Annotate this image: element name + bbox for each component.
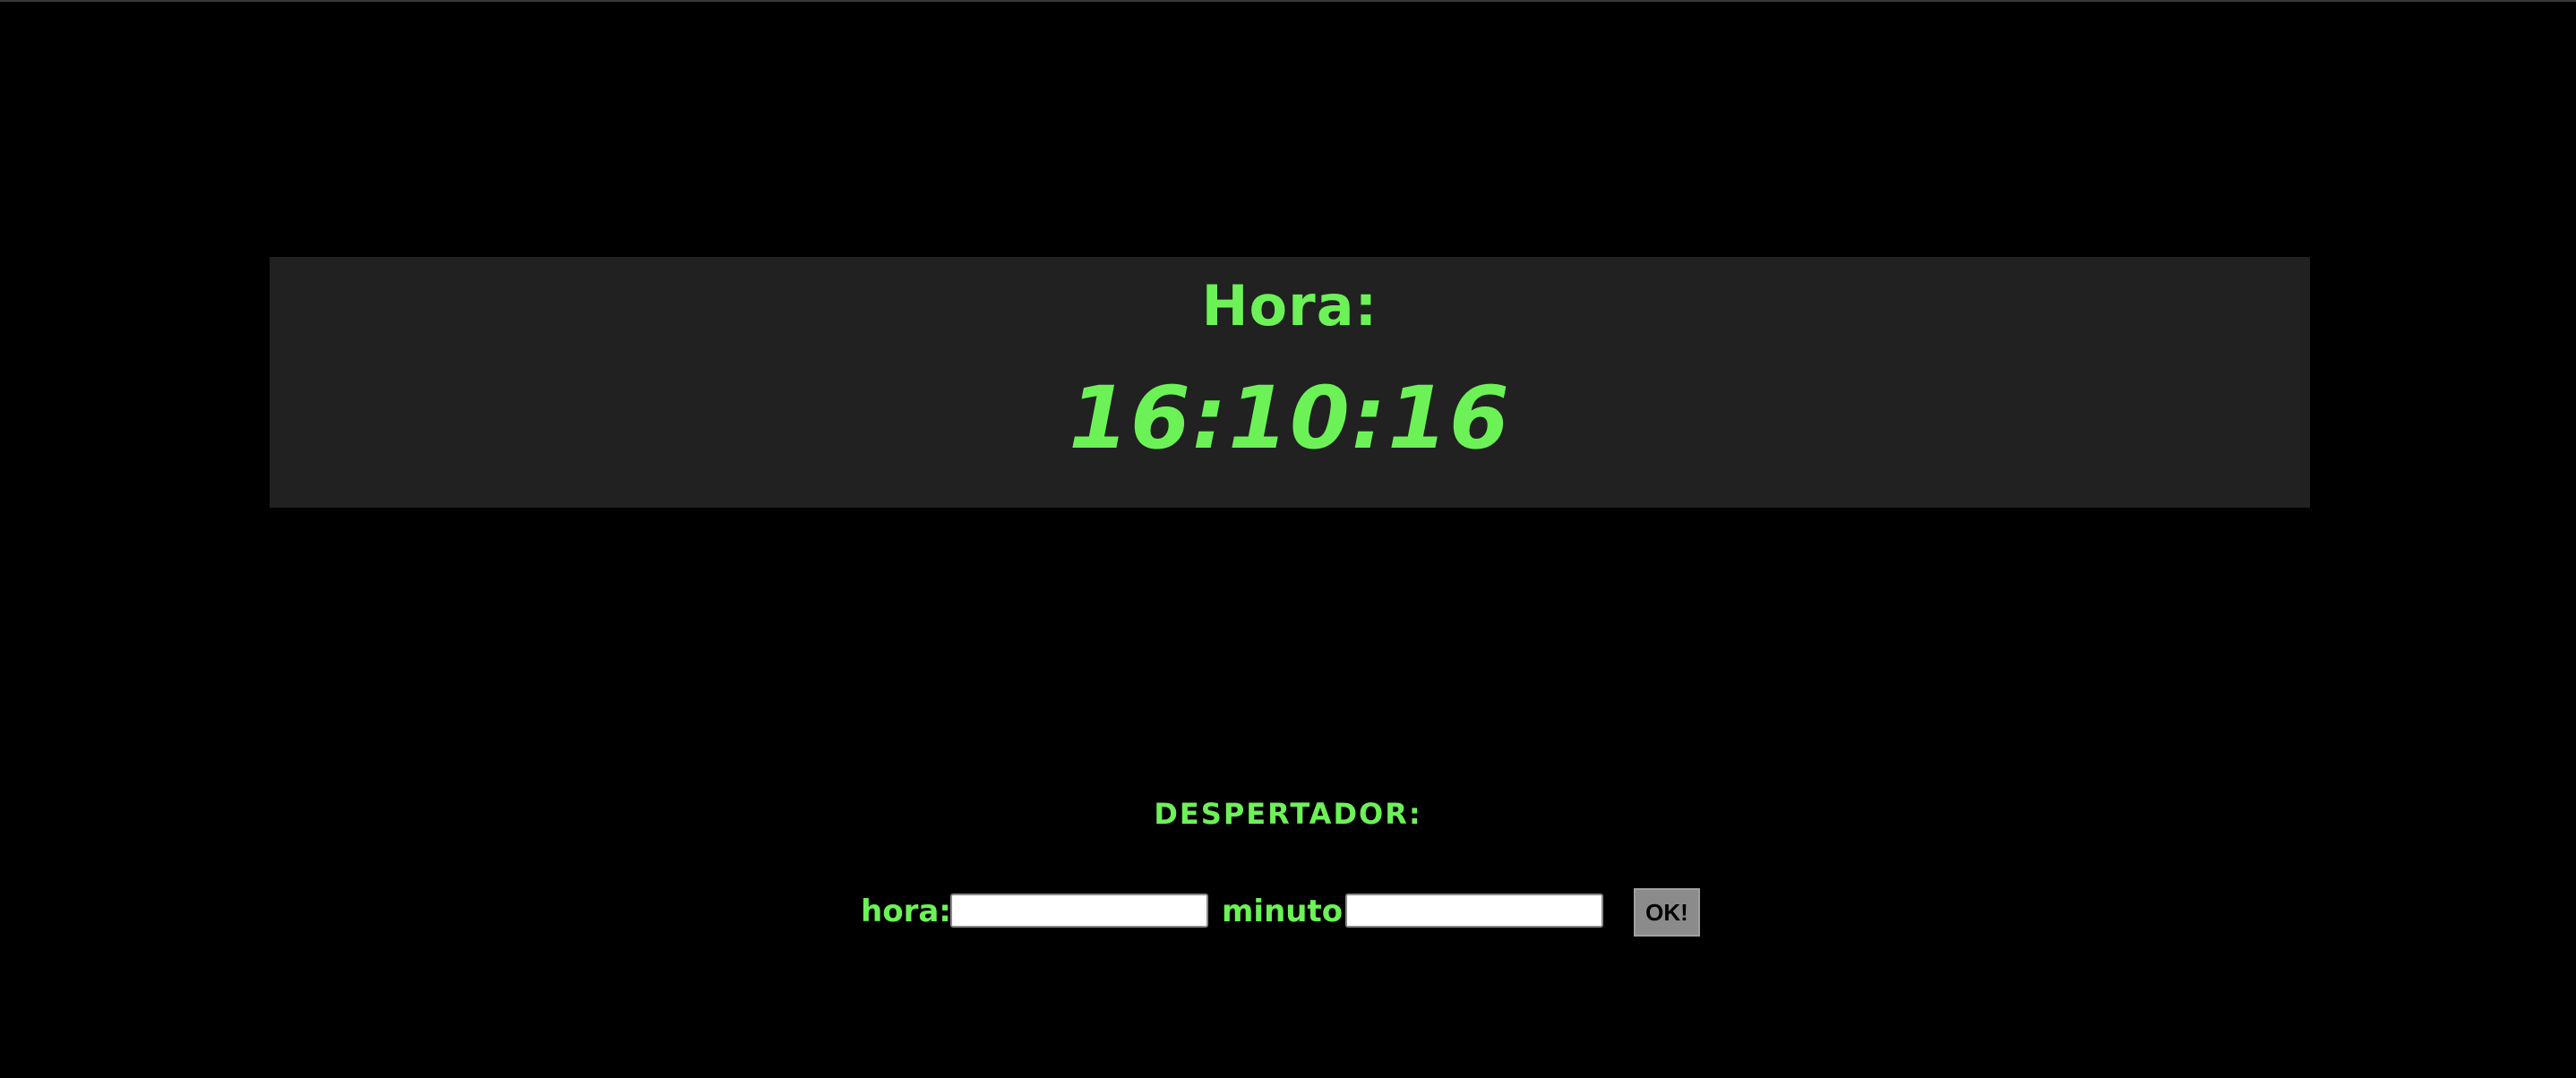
top-divider — [0, 0, 2576, 2]
clock-panel: Hora: 16:10:16 — [270, 257, 2310, 508]
ok-button[interactable]: OK! — [1634, 888, 1700, 937]
alarm-form: hora: minuto: OK! — [0, 886, 2576, 940]
minute-label: minuto: — [1222, 894, 1355, 929]
clock-time-display: 16:10:16 — [1069, 368, 1511, 468]
clock-label: Hora: — [1201, 273, 1378, 338]
alarm-title: DESPERTADOR: — [1154, 797, 1422, 831]
minute-input[interactable] — [1345, 894, 1603, 928]
hour-input[interactable] — [950, 894, 1208, 928]
hour-label: hora: — [861, 894, 951, 929]
